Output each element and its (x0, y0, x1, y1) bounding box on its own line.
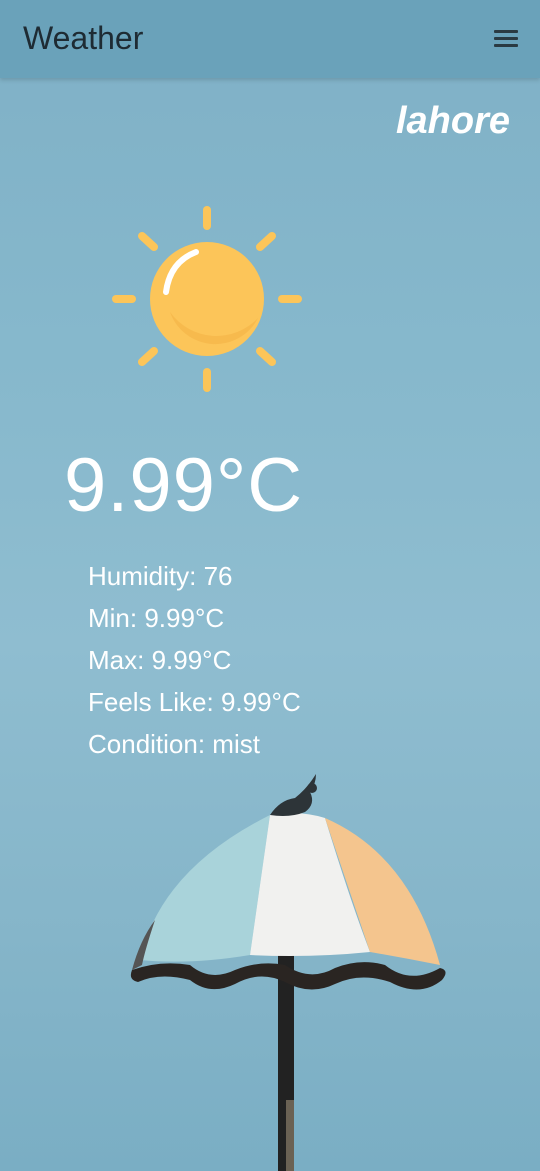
sun-icon (112, 206, 302, 392)
umbrella-background-image (130, 774, 446, 1171)
max-temp: Max: 9.99°C (88, 645, 232, 675)
min-temp: Min: 9.99°C (88, 603, 225, 633)
app-title: Weather (23, 20, 144, 56)
humidity: Humidity: 76 (88, 561, 233, 591)
temperature: 9.99°C (64, 443, 304, 528)
feels-like: Feels Like: 9.99°C (88, 687, 301, 717)
city-name: lahore (395, 100, 510, 142)
weather-details: Humidity: 76 Min: 9.99°C Max: 9.99°C Fee… (88, 558, 301, 768)
app-bar: Weather (0, 0, 540, 78)
hamburger-menu-icon[interactable] (492, 28, 520, 50)
